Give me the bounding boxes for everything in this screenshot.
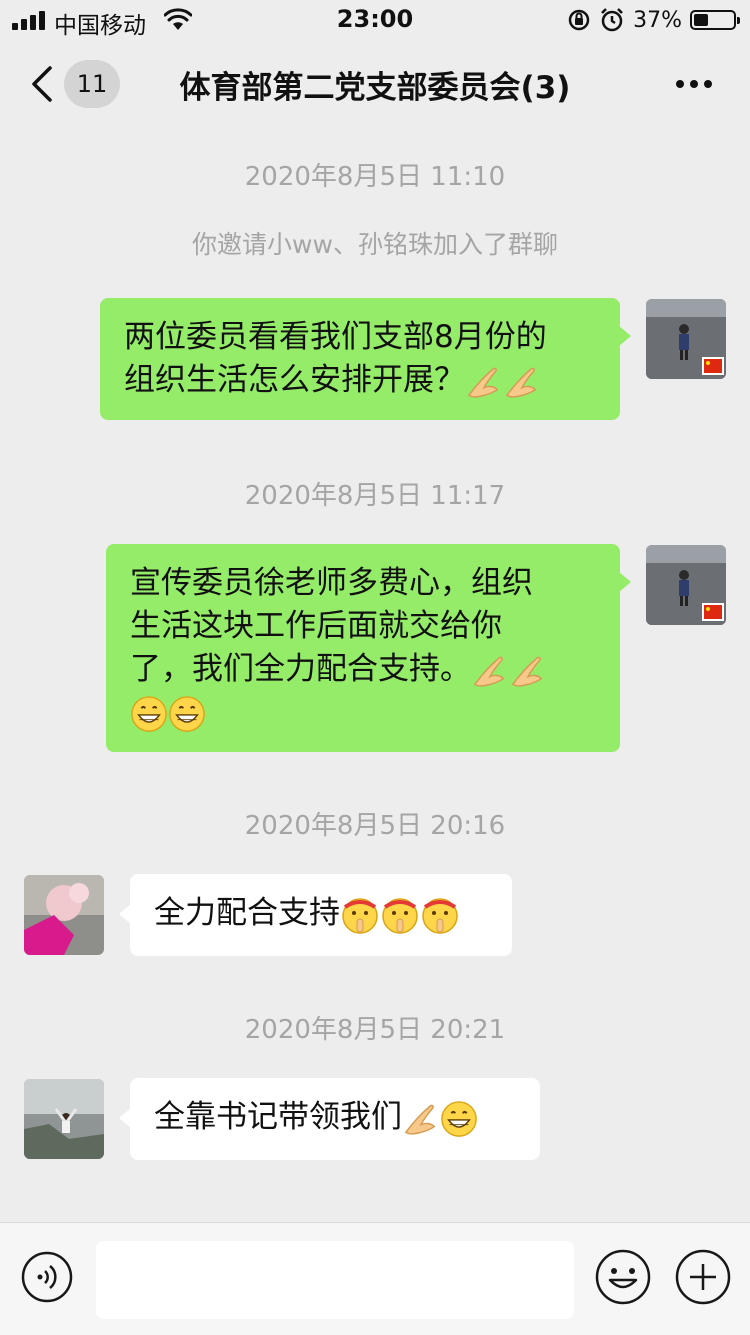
avatar-photo <box>24 1079 104 1159</box>
alarm-icon <box>601 8 623 32</box>
grin-icon <box>441 1100 477 1137</box>
clap-hands-icon <box>467 367 499 398</box>
member-avatar[interactable] <box>24 875 104 955</box>
avatar-photo <box>646 299 726 379</box>
input-bar <box>0 1222 750 1335</box>
nav-bar: 11 体育部第二党支部委员会(3) <box>0 40 750 128</box>
status-bar: 中国移动 23:00 37% <box>0 0 750 40</box>
member-message-bubble[interactable]: 全靠书记带领我们 <box>119 1078 540 1160</box>
avatar-photo <box>646 545 726 625</box>
avatar-photo <box>24 875 104 955</box>
grin-icon <box>131 695 167 732</box>
message-line: 了，我们全力配合支持。 <box>130 651 471 687</box>
my-message-bubble[interactable]: 宣传委员徐老师多费心，组织 生活这块工作后面就交给你 了，我们全力配合支持。 <box>106 544 631 752</box>
shush-face-icon <box>382 897 418 934</box>
back-button[interactable] <box>28 64 58 104</box>
battery-icon <box>690 10 740 30</box>
clap-hands-icon <box>511 656 543 687</box>
clap-hands-icon <box>473 656 505 687</box>
shush-face-icon <box>342 897 378 934</box>
message-timestamp: 2020年8月5日 20:16 <box>244 811 506 841</box>
grin-icon <box>169 695 205 732</box>
message-input[interactable] <box>96 1241 574 1319</box>
message-line: 宣传委员徐老师多费心，组织 <box>130 565 533 601</box>
shush-face-icon <box>422 897 458 934</box>
more-functions-button[interactable] <box>674 1248 732 1306</box>
emoji-button[interactable] <box>594 1248 652 1306</box>
system-message: 你邀请小ww、孙铭珠加入了群聊 <box>192 230 558 259</box>
message-timestamp: 2020年8月5日 11:10 <box>244 162 506 192</box>
message-text: 全力配合支持 <box>154 895 340 931</box>
member-avatar[interactable] <box>24 1079 104 1159</box>
unread-count-badge[interactable]: 11 <box>64 60 120 108</box>
voice-input-button[interactable] <box>20 1250 74 1304</box>
message-timestamp: 2020年8月5日 11:17 <box>244 481 506 511</box>
battery-percent: 37% <box>633 7 682 33</box>
my-message-bubble[interactable]: 两位委员看看我们支部8月份的 组织生活怎么安排开展？ <box>100 298 631 420</box>
clap-hands-icon <box>505 367 537 398</box>
more-options-button[interactable] <box>674 74 714 94</box>
my-avatar[interactable] <box>646 299 726 379</box>
member-message-bubble[interactable]: 全力配合支持 <box>119 874 512 956</box>
my-avatar[interactable] <box>646 545 726 625</box>
message-line: 组织生活怎么安排开展？ <box>124 362 465 398</box>
message-line: 两位委员看看我们支部8月份的 <box>124 319 547 355</box>
message-timestamp: 2020年8月5日 20:21 <box>244 1015 506 1045</box>
orientation-lock-icon <box>568 9 590 31</box>
battery-level <box>694 14 708 26</box>
message-text: 全靠书记带领我们 <box>154 1099 402 1135</box>
message-line: 生活这块工作后面就交给你 <box>130 608 502 644</box>
clap-hands-icon <box>404 1104 436 1135</box>
chat-title: 体育部第二党支部委员会(3) <box>179 70 571 106</box>
